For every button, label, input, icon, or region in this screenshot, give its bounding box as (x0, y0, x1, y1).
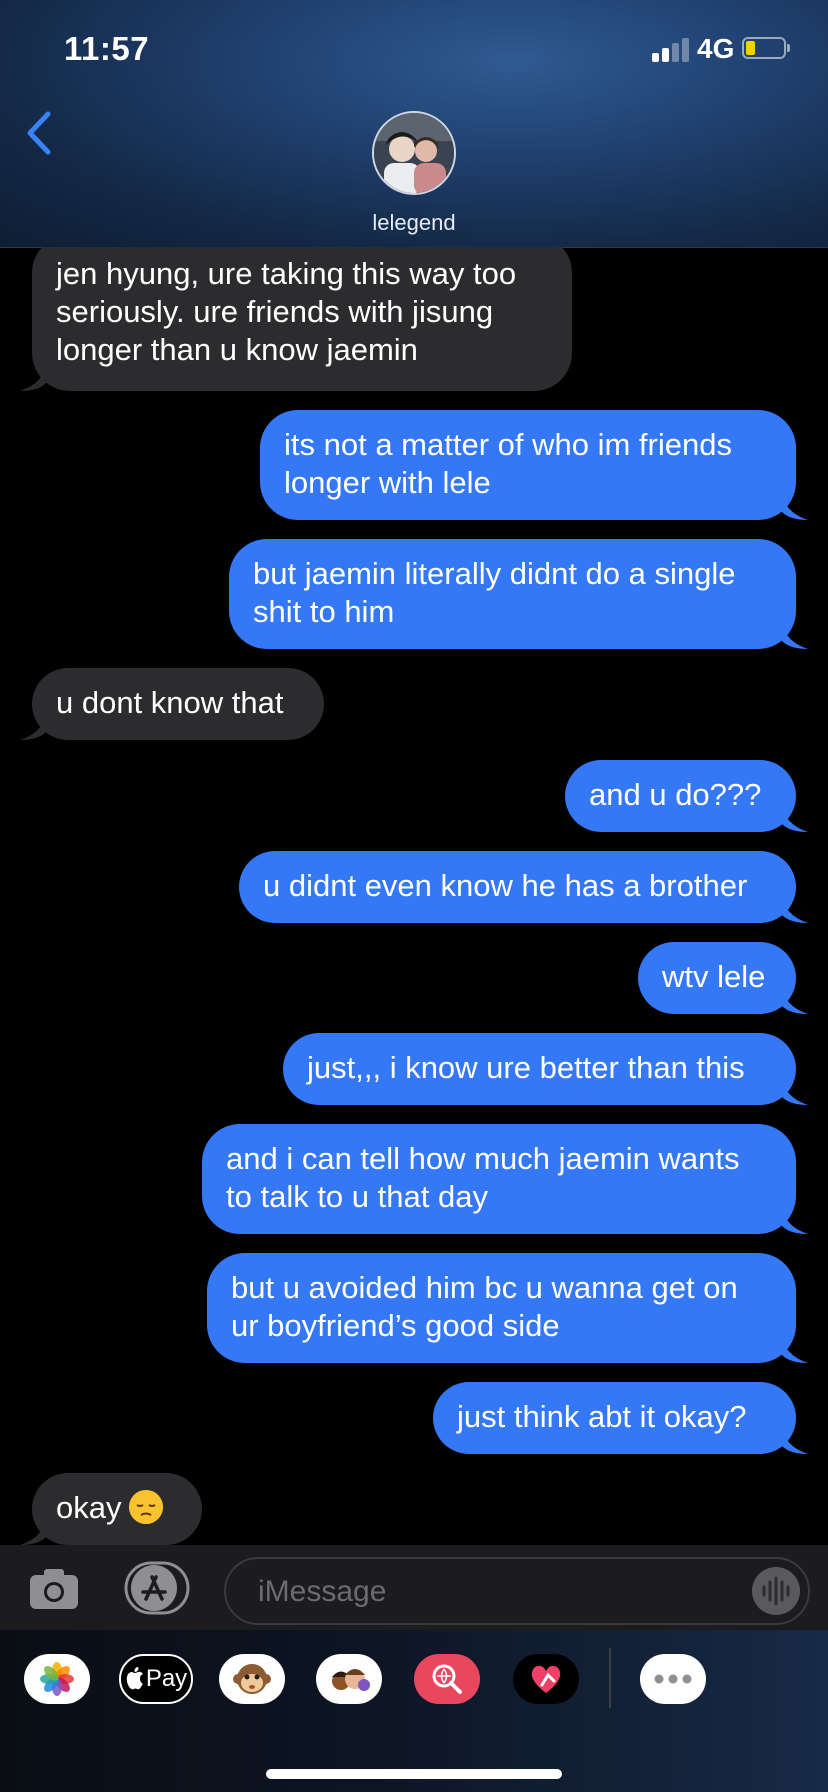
more-apps-icon (654, 1674, 692, 1684)
status-time: 11:57 (64, 30, 150, 67)
message-text: and i can tell how much jaemin wants to … (226, 1141, 740, 1214)
back-button[interactable] (20, 108, 60, 158)
bubble-tail (782, 986, 808, 1014)
battery-icon (742, 37, 786, 59)
bubble-tail (20, 712, 46, 740)
message-text: okay (56, 1490, 122, 1525)
contact-name[interactable]: lelegend (0, 210, 828, 236)
message-bubble-outgoing[interactable]: but u avoided him bc u wanna get on ur b… (207, 1253, 808, 1363)
camera-button[interactable] (28, 1567, 80, 1611)
bubble-tail (782, 1426, 808, 1454)
chevron-left-icon (27, 111, 51, 155)
bubble-tail (20, 1517, 46, 1545)
bubble-tail (20, 363, 46, 391)
web-search-icon (432, 1664, 462, 1694)
apple-pay-button[interactable]: Pay (119, 1654, 193, 1704)
message-thread[interactable]: jen hyung, ure taking this way too serio… (0, 247, 828, 1545)
bubble-tail (782, 1335, 808, 1363)
message-text: but u avoided him bc u wanna get on ur b… (231, 1270, 738, 1343)
contact-avatar[interactable] (372, 111, 456, 195)
bubble-tail (782, 621, 808, 649)
memoji-icon (332, 1669, 370, 1691)
message-text: just think abt it okay? (457, 1399, 747, 1434)
network-type: 4G (697, 33, 735, 64)
message-bubble-outgoing[interactable]: and u do??? (565, 760, 808, 832)
audio-waveform-icon (762, 1576, 790, 1606)
apple-pay-icon (126, 1667, 143, 1690)
bubble-tail (782, 895, 808, 923)
bubble-tail (782, 492, 808, 520)
message-bubble-outgoing[interactable]: wtv lele (638, 942, 808, 1014)
audio-message-button[interactable] (752, 1567, 800, 1615)
message-text: u dont know that (56, 685, 284, 720)
message-bubble-outgoing[interactable]: u didnt even know he has a brother (239, 851, 808, 923)
message-bubble-outgoing[interactable]: but jaemin literally didnt do a single s… (229, 539, 808, 649)
app-store-icon (124, 1561, 190, 1615)
app-store-button[interactable] (124, 1561, 190, 1615)
imessage-placeholder: iMessage (258, 1575, 387, 1608)
imessage-input[interactable]: iMessage (224, 1557, 810, 1625)
message-text: its not a matter of who im friends longe… (284, 427, 732, 500)
message-text: and u do??? (589, 777, 762, 812)
home-indicator[interactable] (266, 1769, 562, 1779)
message-text: just,,, i know ure better than this (307, 1050, 745, 1085)
message-input-bar: iMessage (0, 1545, 828, 1630)
bubble-tail (782, 1206, 808, 1234)
memoji-app-button[interactable] (316, 1654, 382, 1704)
message-bubble-outgoing[interactable]: its not a matter of who im friends longe… (260, 410, 808, 520)
bubble-tail (782, 804, 808, 832)
message-text: but jaemin literally didnt do a single s… (253, 556, 736, 629)
contact-photo (374, 113, 454, 193)
monkey-animoji-icon (233, 1664, 271, 1694)
photos-app-button[interactable] (24, 1654, 90, 1704)
cellular-signal-icon (652, 36, 692, 62)
photos-icon (40, 1662, 74, 1696)
conversation-header: 11:57 4G lelegend (0, 0, 828, 248)
web-search-app-button[interactable] (414, 1654, 480, 1704)
message-bubble-outgoing[interactable]: just think abt it okay? (433, 1382, 808, 1454)
more-apps-button[interactable] (640, 1654, 706, 1704)
message-bubble-incoming[interactable]: jen hyung, ure taking this way too serio… (20, 247, 572, 391)
battery-tip (787, 44, 790, 52)
pensive-face-icon (129, 1490, 164, 1524)
message-bubble-outgoing[interactable]: just,,, i know ure better than this (283, 1033, 808, 1105)
message-bubble-incoming[interactable]: u dont know that (20, 668, 324, 740)
message-bubble-incoming[interactable]: okay (20, 1473, 202, 1545)
drawer-divider (609, 1648, 611, 1708)
message-bubble-outgoing[interactable]: and i can tell how much jaemin wants to … (202, 1124, 808, 1234)
imessage-app-drawer: Pay (0, 1630, 828, 1792)
message-text: u didnt even know he has a brother (263, 868, 748, 903)
apple-pay-label: Pay (145, 1665, 188, 1692)
message-text: wtv lele (662, 959, 766, 994)
camera-icon (30, 1569, 78, 1609)
bubble-tail (782, 1077, 808, 1105)
digital-touch-app-button[interactable] (513, 1654, 579, 1704)
animoji-app-button[interactable] (219, 1654, 285, 1704)
digital-touch-icon (531, 1665, 561, 1693)
message-text: jen hyung, ure taking this way too serio… (56, 256, 517, 367)
